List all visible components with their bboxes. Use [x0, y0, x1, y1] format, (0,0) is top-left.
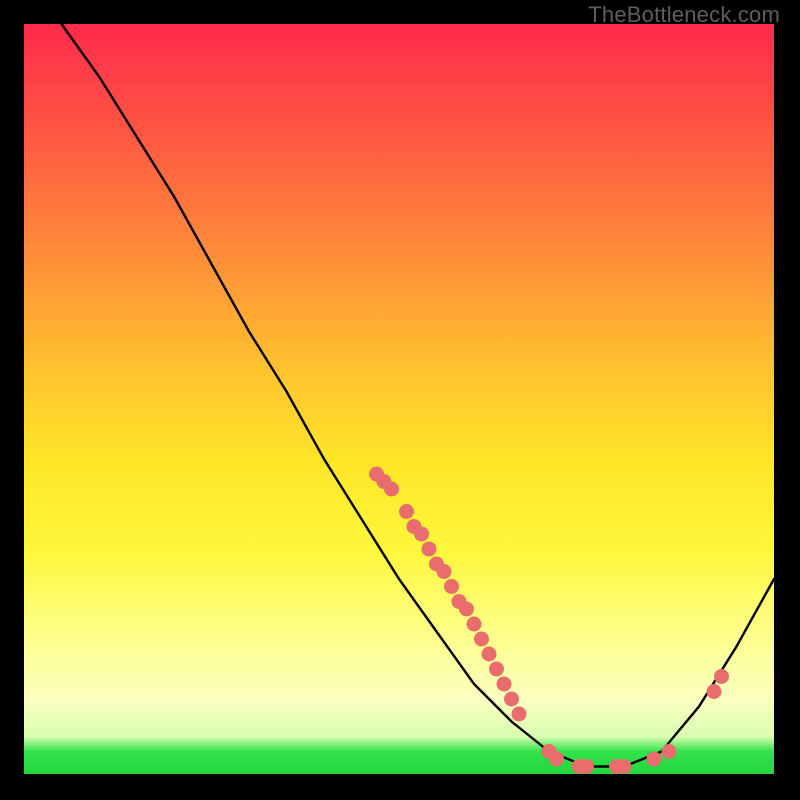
data-point [399, 504, 414, 519]
chart-stage: TheBottleneck.com [0, 0, 800, 800]
data-point [422, 542, 437, 557]
data-point [489, 662, 504, 677]
chart-svg [24, 24, 774, 774]
bottleneck-curve [62, 24, 775, 767]
data-point [459, 602, 474, 617]
data-point [714, 669, 729, 684]
data-point [482, 647, 497, 662]
data-point [384, 482, 399, 497]
data-point [707, 684, 722, 699]
data-point [504, 692, 519, 707]
data-point [549, 752, 564, 767]
data-point [497, 677, 512, 692]
data-point [617, 759, 632, 774]
data-point [647, 752, 662, 767]
data-point [512, 707, 527, 722]
data-point [437, 564, 452, 579]
data-point [662, 744, 677, 759]
data-point [444, 579, 459, 594]
data-point [414, 527, 429, 542]
data-points-group [369, 467, 729, 775]
data-point [579, 759, 594, 774]
data-point [474, 632, 489, 647]
data-point [467, 617, 482, 632]
